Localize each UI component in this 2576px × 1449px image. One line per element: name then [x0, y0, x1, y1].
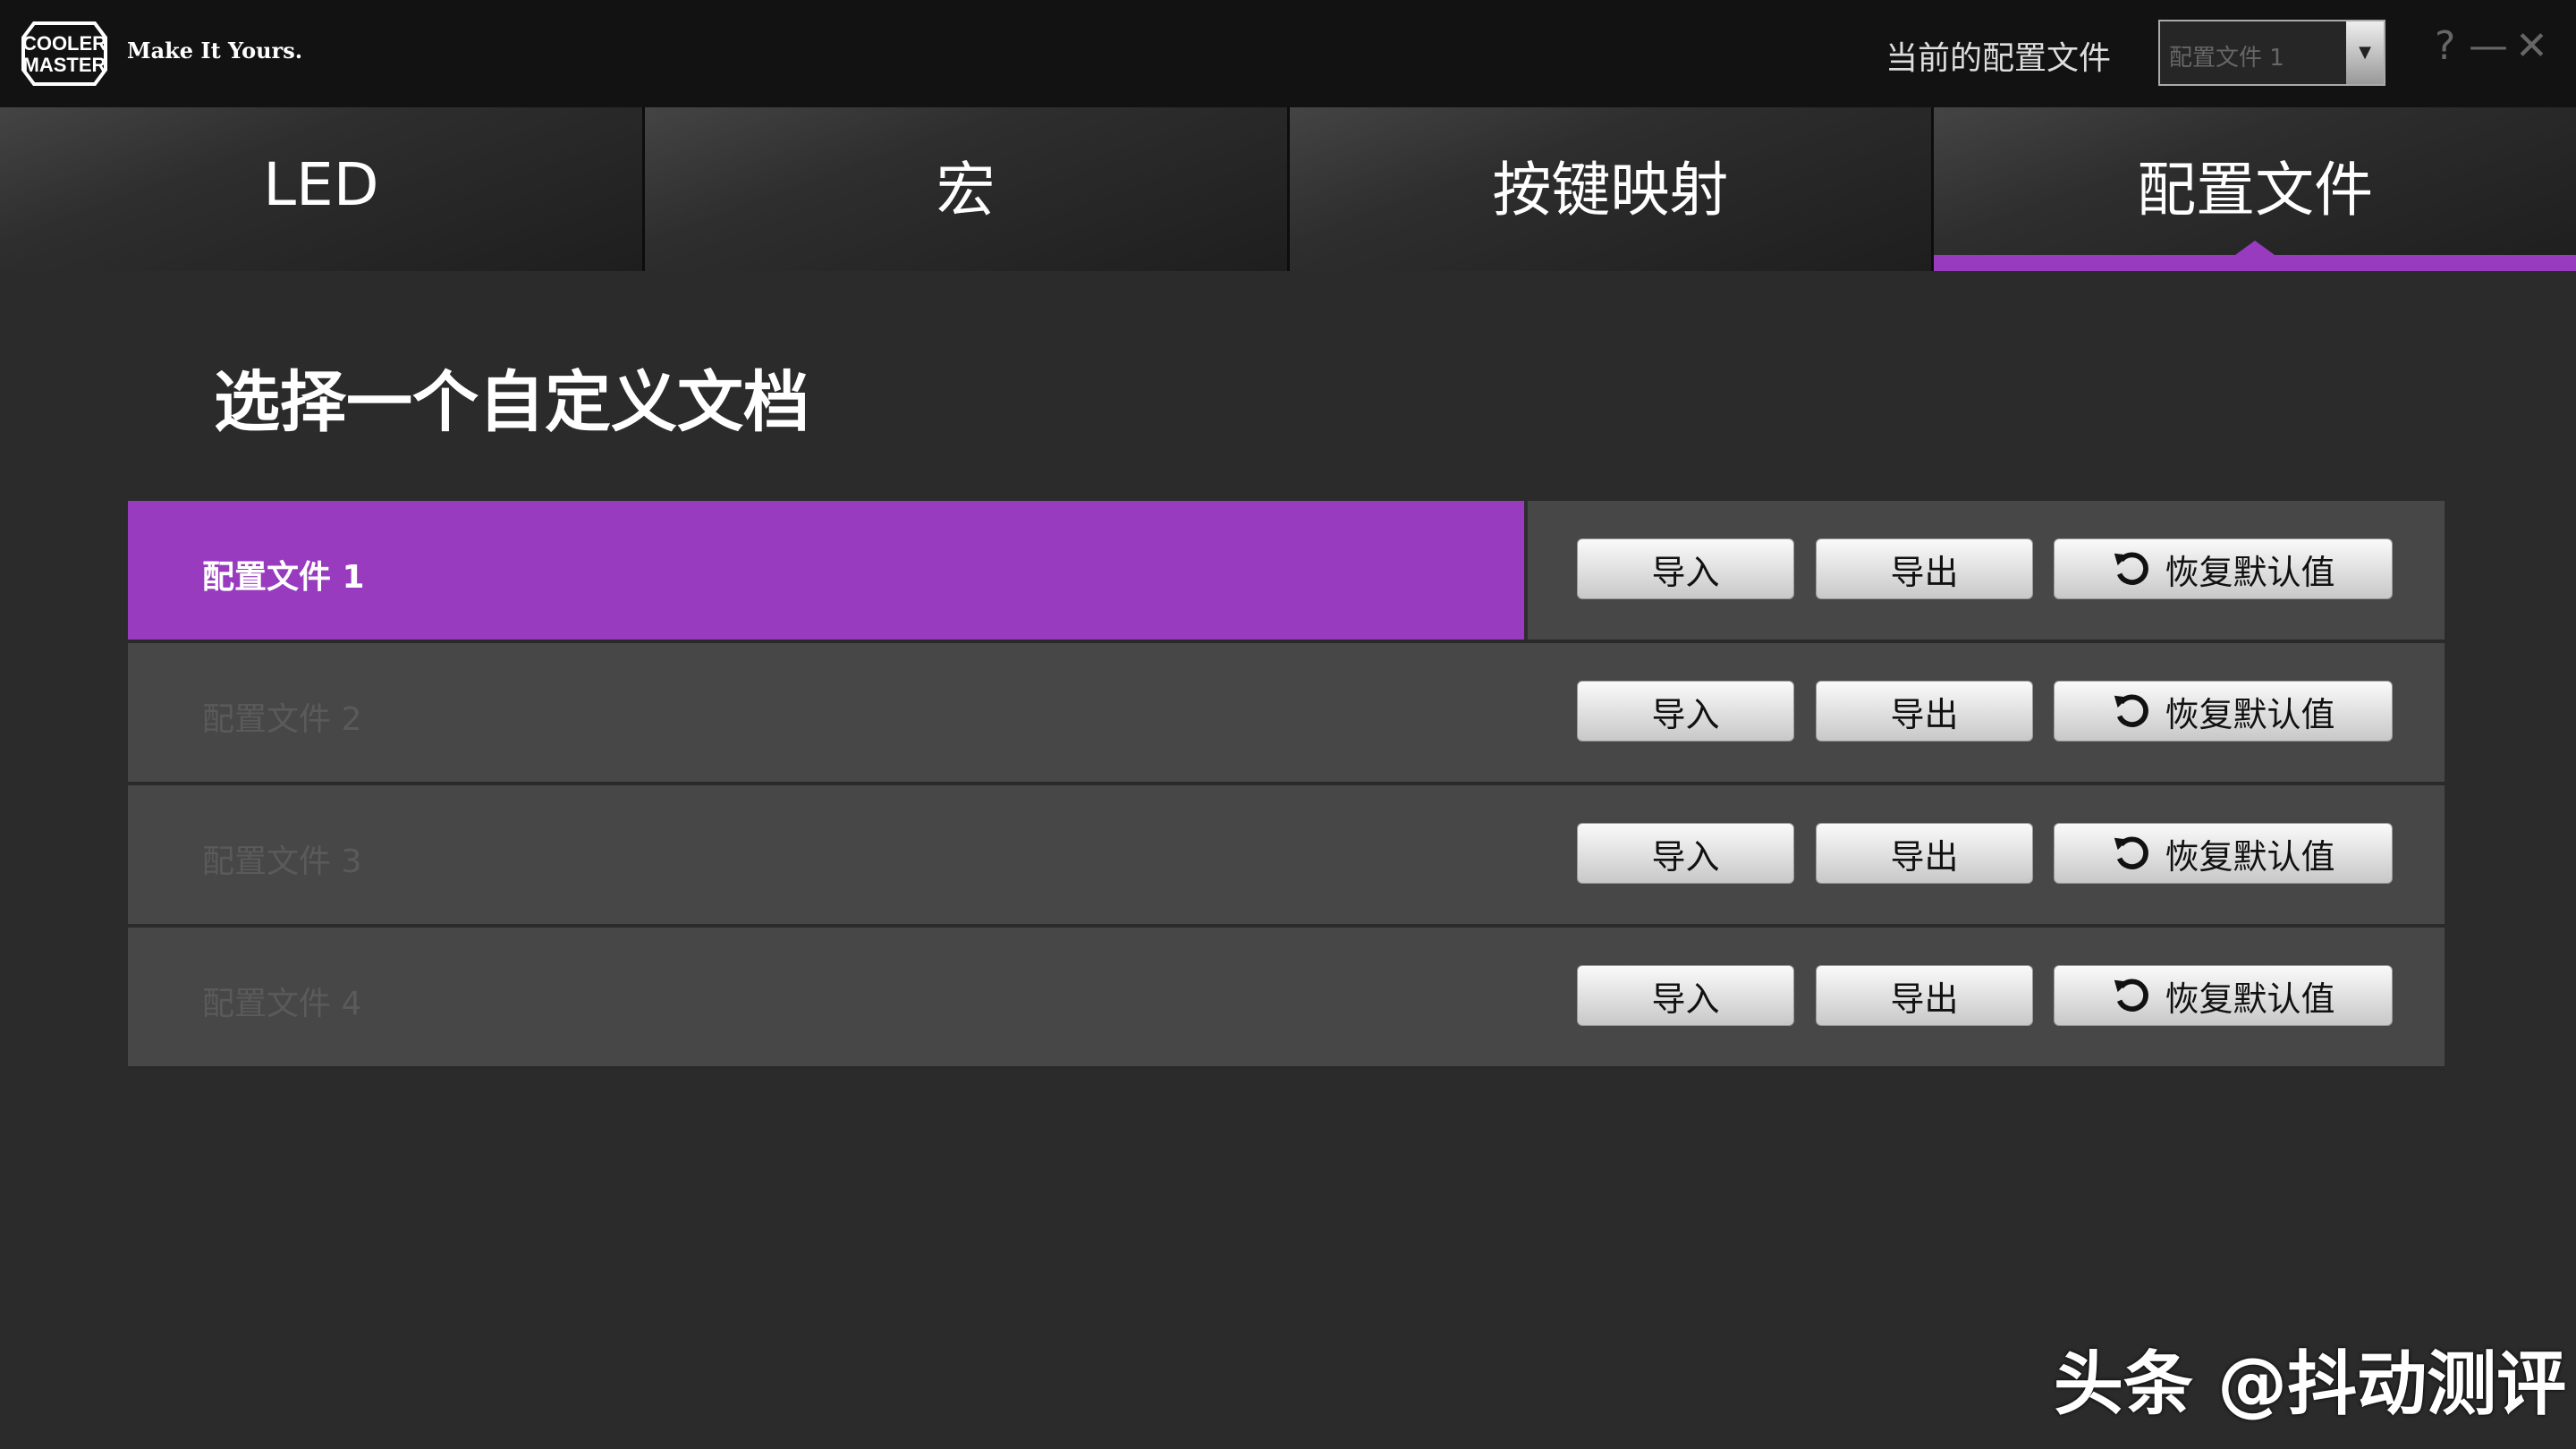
active-tab-underline [1934, 255, 2576, 271]
tab-macro[interactable]: 宏 [642, 107, 1287, 271]
button-label: 恢复默认值 [2165, 545, 2334, 594]
active-tab-indicator [2235, 241, 2275, 255]
reset-defaults-button[interactable]: 恢复默认值 [2054, 681, 2393, 741]
close-button[interactable]: ✕ [2515, 27, 2548, 66]
tab-label: LED [263, 150, 378, 219]
svg-text:COOLER: COOLER [22, 32, 106, 55]
minimize-button[interactable]: — [2469, 27, 2508, 66]
button-label: 导出 [1890, 829, 1958, 878]
export-button[interactable]: 导出 [1816, 681, 2033, 741]
svg-text:MASTER: MASTER [23, 54, 106, 76]
profile-row[interactable]: 配置文件 1 导入 导出 恢复默认值 [128, 501, 2445, 643]
import-button[interactable]: 导入 [1577, 538, 1794, 599]
reset-icon [2111, 833, 2152, 874]
import-button[interactable]: 导入 [1577, 823, 1794, 884]
button-label: 恢复默认值 [2165, 971, 2334, 1021]
button-label: 导出 [1890, 545, 1958, 594]
export-button[interactable]: 导出 [1816, 538, 2033, 599]
profile-name: 配置文件 1 [202, 551, 365, 597]
reset-defaults-button[interactable]: 恢复默认值 [2054, 965, 2393, 1026]
current-profile-dropdown[interactable]: 配置文件 1 ▼ [2158, 20, 2385, 86]
main-tabs: LED 宏 按键映射 配置文件 [0, 107, 2576, 271]
tab-label: 宏 [936, 142, 996, 228]
profile-name: 配置文件 4 [202, 978, 361, 1024]
button-label: 导入 [1651, 687, 1719, 736]
button-label: 恢复默认值 [2165, 687, 2334, 736]
button-label: 导入 [1651, 545, 1719, 594]
profile-list: 配置文件 1 导入 导出 恢复默认值配置文件 2 导入 导出 恢复默认值配置文件… [128, 501, 2445, 1070]
chevron-down-icon[interactable]: ▼ [2346, 21, 2384, 84]
cooler-master-logo: COOLERMASTER [21, 20, 107, 88]
reset-icon [2111, 691, 2152, 732]
export-button[interactable]: 导出 [1816, 823, 2033, 884]
button-label: 恢复默认值 [2165, 829, 2334, 878]
tab-profiles[interactable]: 配置文件 [1931, 107, 2576, 271]
title-bar: COOLERMASTER Make It Yours. 当前的配置文件 配置文件… [0, 0, 2576, 107]
button-label: 导出 [1890, 971, 1958, 1021]
export-button[interactable]: 导出 [1816, 965, 2033, 1026]
current-profile-label: 当前的配置文件 [1885, 32, 2111, 79]
import-button[interactable]: 导入 [1577, 965, 1794, 1026]
reset-defaults-button[interactable]: 恢复默认值 [2054, 823, 2393, 884]
import-button[interactable]: 导入 [1577, 681, 1794, 741]
reset-icon [2111, 975, 2152, 1016]
button-label: 导出 [1890, 687, 1958, 736]
tab-key-mapping[interactable]: 按键映射 [1287, 107, 1932, 271]
tab-label: 按键映射 [1492, 142, 1728, 228]
profile-name: 配置文件 3 [202, 835, 361, 882]
current-profile-value: 配置文件 1 [2169, 39, 2284, 72]
profile-row[interactable]: 配置文件 2 导入 导出 恢复默认值 [128, 643, 2445, 785]
watermark: 头条 @抖动测评 [2054, 1328, 2566, 1428]
profile-row[interactable]: 配置文件 4 导入 导出 恢复默认值 [128, 928, 2445, 1070]
tab-label: 配置文件 [2137, 142, 2373, 228]
button-label: 导入 [1651, 829, 1719, 878]
reset-icon [2111, 548, 2152, 589]
button-label: 导入 [1651, 971, 1719, 1021]
help-button[interactable]: ? [2435, 27, 2455, 66]
profile-name: 配置文件 2 [202, 693, 361, 740]
reset-defaults-button[interactable]: 恢复默认值 [2054, 538, 2393, 599]
page-title: 选择一个自定义文档 [214, 349, 809, 445]
tab-led[interactable]: LED [0, 107, 642, 271]
tagline: Make It Yours. [127, 38, 302, 64]
profile-row[interactable]: 配置文件 3 导入 导出 恢复默认值 [128, 785, 2445, 928]
